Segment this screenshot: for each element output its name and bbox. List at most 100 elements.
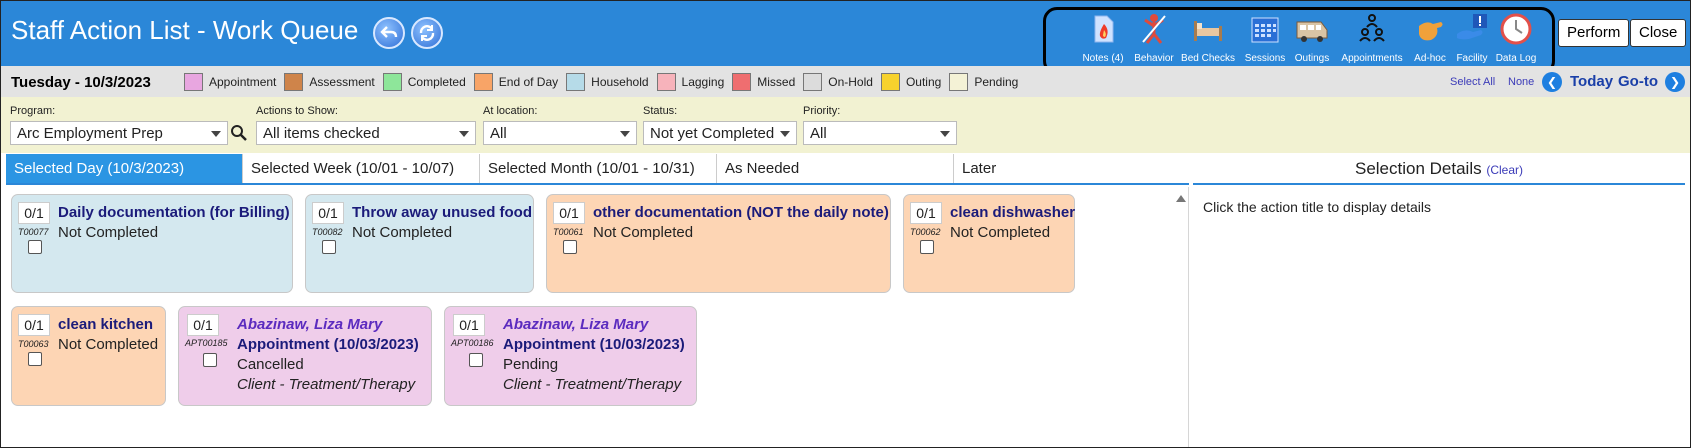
- behavior-button[interactable]: Behavior: [1130, 12, 1178, 64]
- hand-icon: [1419, 22, 1443, 41]
- facility-icon: [1457, 14, 1487, 40]
- location-select[interactable]: All: [483, 121, 637, 145]
- legend-item-end-of-day: End of Day: [473, 73, 558, 91]
- action-title[interactable]: Appointment (10/03/2023): [503, 336, 685, 353]
- legend-item-lagging: Lagging: [656, 73, 724, 91]
- client-name[interactable]: Abazinaw, Liza Mary: [503, 316, 648, 333]
- select-all-link[interactable]: Select All: [1450, 76, 1495, 88]
- notes-button[interactable]: Notes (4): [1078, 12, 1128, 64]
- next-day-button[interactable]: ❯: [1665, 72, 1685, 92]
- appointment-card: 0/1 APT00186 Abazinaw, Liza Mary Appoint…: [444, 306, 697, 406]
- legend-item-household: Household: [566, 73, 649, 91]
- selection-details-title: Selection Details: [1354, 159, 1482, 178]
- sessions-button[interactable]: Sessions: [1244, 12, 1286, 64]
- status-legend: Appointment Assessment Completed End of …: [184, 73, 1026, 91]
- swatch: [880, 73, 900, 91]
- legend-item-missed: Missed: [732, 73, 795, 91]
- action-status: Pending: [503, 356, 559, 373]
- completion-count: 0/1: [553, 202, 585, 224]
- search-icon[interactable]: [230, 124, 248, 142]
- goto-link[interactable]: Go-to: [1618, 73, 1658, 90]
- legend-item-assessment: Assessment: [284, 73, 375, 91]
- tab-later[interactable]: Later: [954, 154, 1189, 183]
- action-code: T00063: [18, 339, 49, 349]
- action-title[interactable]: clean kitchen: [58, 316, 153, 333]
- behavior-icon: [1142, 14, 1166, 44]
- action-status: Cancelled: [237, 356, 304, 373]
- bed-checks-button[interactable]: Bed Checks: [1180, 12, 1236, 64]
- swatch: [566, 73, 586, 91]
- tab-selected-week[interactable]: Selected Week (10/01 - 10/07): [243, 154, 480, 183]
- scroll-up-arrow-icon[interactable]: [1176, 195, 1186, 202]
- tab-selected-day[interactable]: Selected Day (10/3/2023): [6, 154, 243, 183]
- outings-button[interactable]: Outings: [1290, 12, 1334, 64]
- period-tabs: Selected Day (10/3/2023) Selected Week (…: [6, 154, 1189, 185]
- action-card: 0/1 T00061 other documentation (NOT the …: [546, 194, 891, 293]
- program-select[interactable]: Arc Employment Prep: [10, 121, 228, 145]
- today-link[interactable]: Today: [1570, 73, 1613, 90]
- action-title[interactable]: Throw away unused food: [352, 204, 532, 221]
- facility-button[interactable]: Facility: [1452, 12, 1492, 64]
- priority-label: Priority:: [803, 105, 841, 117]
- action-checkbox[interactable]: [469, 353, 483, 367]
- filter-bar: Program: Arc Employment Prep Actions to …: [1, 97, 1690, 153]
- action-checkbox[interactable]: [322, 240, 336, 254]
- action-status: Not Completed: [950, 224, 1051, 241]
- select-none-link[interactable]: None: [1508, 76, 1534, 88]
- swatch: [803, 73, 823, 91]
- action-checkbox[interactable]: [203, 353, 217, 367]
- action-code: T00082: [312, 227, 343, 237]
- swatch: [284, 73, 304, 91]
- legend-item-completed: Completed: [382, 73, 466, 91]
- adhoc-button[interactable]: Ad-hoc: [1410, 12, 1450, 64]
- appointment-type: Client - Treatment/Therapy: [503, 376, 682, 393]
- refresh-button[interactable]: [411, 17, 443, 49]
- data-log-button[interactable]: Data Log: [1494, 12, 1538, 64]
- action-checkbox[interactable]: [28, 240, 42, 254]
- appointments-button[interactable]: Appointments: [1336, 12, 1408, 64]
- status-label: Status:: [643, 105, 678, 117]
- action-checkbox[interactable]: [28, 352, 42, 366]
- selection-details-hint: Click the action title to display detail…: [1203, 199, 1431, 215]
- back-arrow-icon: [380, 26, 398, 38]
- action-checkbox[interactable]: [563, 240, 577, 254]
- selection-details-header: Selection Details (Clear): [1193, 154, 1685, 185]
- chevron-down-icon: [620, 131, 630, 137]
- app-window: Staff Action List - Work Queue Notes (4): [0, 0, 1691, 448]
- tab-as-needed[interactable]: As Needed: [717, 154, 954, 183]
- action-title[interactable]: Appointment (10/03/2023): [237, 336, 419, 353]
- clock-icon: [1500, 13, 1532, 45]
- completion-count: 0/1: [187, 314, 219, 336]
- perform-button[interactable]: Perform: [1558, 19, 1630, 47]
- action-card: 0/1 T00063 clean kitchen Not Completed: [11, 306, 166, 406]
- location-label: At location:: [483, 105, 538, 117]
- action-checkbox[interactable]: [920, 240, 934, 254]
- action-title[interactable]: other documentation (NOT the daily note): [593, 204, 889, 221]
- action-code: T00077: [18, 227, 49, 237]
- chevron-down-icon: [940, 131, 950, 137]
- status-select[interactable]: Not yet Completed: [643, 121, 797, 145]
- notes-icon: [1094, 15, 1114, 43]
- actions-select[interactable]: All items checked: [256, 121, 476, 145]
- legend-bar: Tuesday - 10/3/2023 Appointment Assessme…: [1, 66, 1690, 97]
- close-button[interactable]: Close: [1630, 19, 1687, 47]
- action-status: Not Completed: [58, 224, 159, 241]
- back-button[interactable]: [373, 17, 405, 49]
- legend-item-pending: Pending: [949, 73, 1018, 91]
- clear-link[interactable]: (Clear): [1486, 163, 1523, 177]
- chevron-down-icon: [459, 131, 469, 137]
- calendar-icon: [1251, 17, 1279, 43]
- swatch: [473, 73, 493, 91]
- chevron-left-icon: ❮: [1546, 75, 1558, 89]
- prev-day-button[interactable]: ❮: [1542, 72, 1562, 92]
- appointment-type: Client - Treatment/Therapy: [237, 376, 416, 393]
- action-card: 0/1 T00082 Throw away unused food Not Co…: [305, 194, 534, 293]
- priority-select[interactable]: All: [803, 121, 957, 145]
- action-code: APT00185: [185, 338, 228, 348]
- client-name[interactable]: Abazinaw, Liza Mary: [237, 316, 382, 333]
- swatch: [184, 73, 203, 91]
- tab-selected-month[interactable]: Selected Month (10/01 - 10/31): [480, 154, 717, 183]
- action-title[interactable]: clean dishwasher: [950, 204, 1075, 221]
- program-label: Program:: [10, 105, 56, 117]
- action-title[interactable]: Daily documentation (for Billing): [58, 204, 290, 221]
